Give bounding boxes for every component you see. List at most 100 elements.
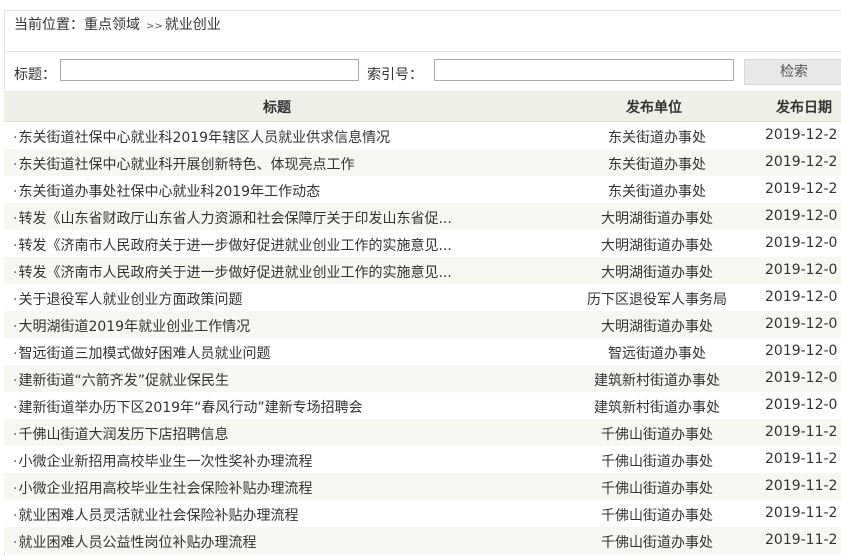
table-row: ·千佛山街道大润发历下店招聘信息 千佛山街道办事处 2019-11-2 <box>4 419 841 446</box>
index-number-input[interactable] <box>434 59 734 81</box>
breadcrumb-prefix: 当前位置： <box>14 17 84 33</box>
bullet-icon: · <box>13 184 18 200</box>
bullet-icon: · <box>13 535 18 551</box>
bullet-icon: · <box>13 292 18 308</box>
article-title-text: 小微企业招用高校毕业生社会保险补贴办理流程 <box>18 481 313 497</box>
table-row: ·小微企业招用高校毕业生社会保险补贴办理流程 千佛山街道办事处 2019-11-2 <box>4 473 841 500</box>
table-row: ·建新街道“六箭齐发”促就业保民生 建筑新村街道办事处 2019-12-0 <box>4 365 841 392</box>
article-title-link[interactable]: ·东关街道社保中心就业科2019年辖区人员就业供求信息情况 <box>13 127 390 147</box>
table-row: ·转发《山东省财政厅山东省人力资源和社会保障厅关于印发山东省促... 大明湖街道办… <box>4 203 841 230</box>
date-cell: 2019-12-0 <box>765 262 838 278</box>
article-title-text: 关于退役军人就业创业方面政策问题 <box>18 292 243 308</box>
article-title-link[interactable]: ·建新街道举办历下区2019年“春风行动”建新专场招聘会 <box>13 397 363 417</box>
title-search-input[interactable] <box>60 59 359 81</box>
article-title-text: 东关街道办事处社保中心就业科2019年工作动态 <box>18 184 321 200</box>
table-row: ·智远街道三加模式做好困难人员就业问题 智远街道办事处 2019-12-0 <box>4 338 841 365</box>
publisher-cell: 东关街道办事处 <box>608 130 706 146</box>
column-header-unit: 发布单位 <box>626 100 682 116</box>
bullet-icon: · <box>13 373 18 389</box>
publisher-cell: 千佛山街道办事处 <box>601 535 713 551</box>
table-row: ·转发《济南市人民政府关于进一步做好促进就业创业工作的实施意见... 大明湖街道办… <box>4 230 841 257</box>
article-title-text: 智远街道三加模式做好困难人员就业问题 <box>18 346 271 362</box>
search-bar: 标题： 索引号： 检索 <box>0 58 841 86</box>
table-row: ·东关街道社保中心就业科2019年辖区人员就业供求信息情况 东关街道办事处 2019… <box>4 122 841 149</box>
bullet-icon: · <box>13 400 18 416</box>
article-title-link[interactable]: ·转发《济南市人民政府关于进一步做好促进就业创业工作的实施意见... <box>13 235 452 255</box>
bullet-icon: · <box>13 265 18 281</box>
bullet-icon: · <box>13 481 18 497</box>
date-cell: 2019-12-0 <box>765 316 838 332</box>
article-title-link[interactable]: ·大明湖街道2019年就业创业工作情况 <box>13 316 250 336</box>
publisher-cell: 千佛山街道办事处 <box>601 454 713 470</box>
date-cell: 2019-11-2 <box>765 451 838 467</box>
article-title-text: 东关街道社保中心就业科开展创新特色、体现亮点工作 <box>18 157 355 173</box>
bullet-icon: · <box>13 238 18 254</box>
article-title-link[interactable]: ·智远街道三加模式做好困难人员就业问题 <box>13 343 270 363</box>
table-header: 标题 发布单位 发布日期 <box>4 91 841 122</box>
publisher-cell: 千佛山街道办事处 <box>601 508 713 524</box>
article-title-link[interactable]: ·就业困难人员灵活就业社会保险补贴办理流程 <box>13 505 298 525</box>
bullet-icon: · <box>13 508 18 524</box>
article-title-link[interactable]: ·关于退役军人就业创业方面政策问题 <box>13 289 242 309</box>
date-cell: 2019-12-0 <box>765 208 838 224</box>
article-title-text: 建新街道举办历下区2019年“春风行动”建新专场招聘会 <box>18 400 363 416</box>
breadcrumb-link-section[interactable]: 重点领域 <box>84 17 140 33</box>
date-cell: 2019-12-0 <box>765 397 838 413</box>
bullet-icon: · <box>13 211 18 227</box>
date-cell: 2019-11-2 <box>765 424 838 440</box>
table-row: ·小微企业新招用高校毕业生一次性奖补办理流程 千佛山街道办事处 2019-11-2 <box>4 446 841 473</box>
divider <box>4 51 841 52</box>
publisher-cell: 历下区退役军人事务局 <box>587 292 727 308</box>
publisher-cell: 东关街道办事处 <box>608 184 706 200</box>
results-table: ·东关街道社保中心就业科2019年辖区人员就业供求信息情况 东关街道办事处 2019… <box>4 122 841 554</box>
table-row: ·东关街道社保中心就业科开展创新特色、体现亮点工作 东关街道办事处 2019-12-… <box>4 149 841 176</box>
article-title-text: 大明湖街道2019年就业创业工作情况 <box>18 319 251 335</box>
table-row: ·建新街道举办历下区2019年“春风行动”建新专场招聘会 建筑新村街道办事处 201… <box>4 392 841 419</box>
date-cell: 2019-12-2 <box>765 181 838 197</box>
date-cell: 2019-11-2 <box>765 478 838 494</box>
date-cell: 2019-12-2 <box>765 127 838 143</box>
title-label: 标题： <box>14 67 56 83</box>
date-cell: 2019-11-2 <box>765 505 838 521</box>
table-row: ·转发《济南市人民政府关于进一步做好促进就业创业工作的实施意见... 大明湖街道办… <box>4 257 841 284</box>
bullet-icon: · <box>13 319 18 335</box>
publisher-cell: 大明湖街道办事处 <box>601 319 713 335</box>
publisher-cell: 千佛山街道办事处 <box>601 481 713 497</box>
table-row: ·关于退役军人就业创业方面政策问题 历下区退役军人事务局 2019-12-0 <box>4 284 841 311</box>
article-title-text: 转发《济南市人民政府关于进一步做好促进就业创业工作的实施意见... <box>18 238 452 254</box>
article-title-text: 就业困难人员灵活就业社会保险补贴办理流程 <box>18 508 299 524</box>
publisher-cell: 建筑新村街道办事处 <box>594 373 720 389</box>
article-title-link[interactable]: ·转发《济南市人民政府关于进一步做好促进就业创业工作的实施意见... <box>13 262 452 282</box>
article-title-text: 就业困难人员公益性岗位补贴办理流程 <box>18 535 257 551</box>
breadcrumb-current[interactable]: 就业创业 <box>165 17 221 33</box>
date-cell: 2019-12-0 <box>765 370 838 386</box>
date-cell: 2019-12-0 <box>765 289 838 305</box>
article-title-link[interactable]: ·东关街道办事处社保中心就业科2019年工作动态 <box>13 181 320 201</box>
bullet-icon: · <box>13 157 18 173</box>
bullet-icon: · <box>13 346 18 362</box>
article-title-link[interactable]: ·建新街道“六箭齐发”促就业保民生 <box>13 370 229 390</box>
date-cell: 2019-11-2 <box>765 532 838 548</box>
article-title-text: 小微企业新招用高校毕业生一次性奖补办理流程 <box>18 454 313 470</box>
publisher-cell: 大明湖街道办事处 <box>601 265 713 281</box>
article-title-link[interactable]: ·小微企业新招用高校毕业生一次性奖补办理流程 <box>13 451 312 471</box>
table-row: ·大明湖街道2019年就业创业工作情况 大明湖街道办事处 2019-12-0 <box>4 311 841 338</box>
bullet-icon: · <box>13 130 18 146</box>
breadcrumb-separator: >> <box>146 21 163 32</box>
date-cell: 2019-12-0 <box>765 343 838 359</box>
article-title-text: 东关街道社保中心就业科2019年辖区人员就业供求信息情况 <box>18 130 391 146</box>
article-title-text: 转发《济南市人民政府关于进一步做好促进就业创业工作的实施意见... <box>18 265 452 281</box>
article-title-link[interactable]: ·小微企业招用高校毕业生社会保险补贴办理流程 <box>13 478 312 498</box>
bullet-icon: · <box>13 427 18 443</box>
article-title-text: 转发《山东省财政厅山东省人力资源和社会保障厅关于印发山东省促... <box>18 211 452 227</box>
article-title-text: 千佛山街道大润发历下店招聘信息 <box>18 427 229 443</box>
search-button[interactable]: 检索 <box>744 59 841 85</box>
article-title-link[interactable]: ·千佛山街道大润发历下店招聘信息 <box>13 424 228 444</box>
publisher-cell: 建筑新村街道办事处 <box>594 400 720 416</box>
article-title-link[interactable]: ·就业困难人员公益性岗位补贴办理流程 <box>13 532 256 552</box>
publisher-cell: 智远街道办事处 <box>608 346 706 362</box>
article-title-link[interactable]: ·转发《山东省财政厅山东省人力资源和社会保障厅关于印发山东省促... <box>13 208 452 228</box>
article-title-link[interactable]: ·东关街道社保中心就业科开展创新特色、体现亮点工作 <box>13 154 354 174</box>
table-row: ·东关街道办事处社保中心就业科2019年工作动态 东关街道办事处 2019-12-2 <box>4 176 841 203</box>
index-label: 索引号： <box>367 67 423 83</box>
